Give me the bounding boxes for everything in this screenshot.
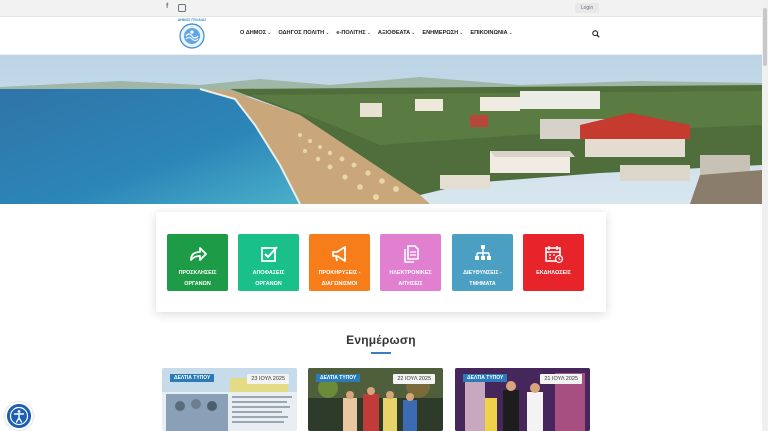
tile-proskliseis-organon[interactable]: ΠΡΟΣΚΛΗΣΕΙΣ ΟΡΓΑΝΩΝ [167,234,228,291]
scrollbar-thumb[interactable] [763,8,767,66]
top-bar: f Login [0,0,762,17]
nav-item-label: Ο ΔΗΜΟΣ [240,30,267,36]
org-chart-icon [474,245,491,260]
news-category-badge[interactable]: ΔΕΛΤΙΑ ΤΥΠΟΥ [463,374,508,382]
instagram-icon[interactable] [178,4,186,12]
main-nav: Ο ΔΗΜΟΣ⌄ ΟΔΗΓΟΣ ΠΟΛΙΤΗ⌄ e-ΠΟΛΙΤΗΣ⌄ ΑΞΙΟΘ… [240,30,520,36]
news-date: 23 ΙΟΥΛ 2025 [247,374,289,384]
municipality-logo[interactable] [176,19,208,51]
chevron-down-icon: ⌄ [366,30,371,36]
news-card[interactable]: ΔΕΛΤΙΑ ΤΥΠΟΥ 23 ΙΟΥΛ 2025 [162,368,297,431]
hero-beach-image [0,55,762,204]
news-card[interactable]: ΔΕΛΤΙΑ ΤΥΠΟΥ 21 ΙΟΥΛ 2025 [455,368,590,431]
calendar-icon [544,246,563,264]
chevron-down-icon: ⌄ [267,30,272,36]
nav-item-label: ΟΔΗΓΟΣ ΠΟΛΙΤΗ [278,30,325,36]
news-card[interactable]: ΔΕΛΤΙΑ ΤΥΠΟΥ 22 ΙΟΥΛ 2025 [308,368,443,431]
section-divider [371,352,391,354]
section-title: Ενημέρωση [346,333,416,347]
chevron-down-icon: ⌄ [459,30,464,36]
news-category-badge[interactable]: ΔΕΛΤΙΑ ΤΥΠΟΥ [316,374,361,382]
chevron-down-icon: ⌄ [411,30,416,36]
tile-prokirixeis-diagonismoi[interactable]: ΠΡΟΚΗΡΥΞΕΙΣ - ΔΙΑΓΩΝΙΣΜΟΙ [309,234,370,291]
news-date: 22 ΙΟΥΛ 2025 [393,374,435,384]
news-category-badge[interactable]: ΔΕΛΤΙΑ ΤΥΠΟΥ [170,374,215,382]
chevron-down-icon: ⌄ [508,30,513,36]
page-scrollbar[interactable] [762,0,768,431]
news-date: 21 ΙΟΥΛ 2025 [540,374,582,384]
quick-links-panel: ΠΡΟΣΚΛΗΣΕΙΣ ΟΡΓΑΝΩΝ ΑΠΟΦΑΣΕΙΣ ΟΡΓΑΝΩΝ ΠΡ… [156,212,606,312]
tile-apofaseis-organon[interactable]: ΑΠΟΦΑΣΕΙΣ ΟΡΓΑΝΩΝ [238,234,299,291]
tile-label: ΗΛΕΚΤΡΟΝΙΚΕΣ ΑΙΤΗΣΕΙΣ [389,270,432,287]
tile-label: ΑΠΟΦΑΣΕΙΣ ΟΡΓΑΝΩΝ [252,270,285,287]
chevron-down-icon: ⌄ [325,30,330,36]
nav-item-epikoinonia[interactable]: ΕΠΙΚΟΙΝΩΝΙΑ⌄ [470,30,512,36]
megaphone-icon [331,246,346,262]
tile-ekdiloseis[interactable]: ΕΚΔΗΛΩΣΕΙΣ [523,234,584,291]
nav-item-label: ΑΞΙΟΘΕΑΤΑ [377,30,411,36]
checkbox-icon [260,246,278,262]
search-icon[interactable] [592,30,600,38]
nav-item-dimos[interactable]: Ο ΔΗΜΟΣ⌄ [240,30,271,36]
tile-label: ΠΡΟΚΗΡΥΞΕΙΣ - ΔΙΑΓΩΝΙΣΜΟΙ [318,270,361,287]
login-button[interactable]: Login [575,3,599,13]
documents-icon [403,245,419,263]
share-arrow-icon [189,247,207,261]
nav-item-label: ΕΠΙΚΟΙΝΩΝΙΑ [470,30,508,36]
logo-text: ΔΗΜΟΣ ΠΥΛΑΙΑΣ [177,18,207,22]
accessibility-icon[interactable] [5,402,33,430]
tile-dieythynseis-tmimata[interactable]: ΔΙΕΥΘΥΝΣΕΙΣ - ΤΜΗΜΑΤΑ [452,234,513,291]
tile-label: ΕΚΔΗΛΩΣΕΙΣ [536,270,571,276]
tile-label: ΔΙΕΥΘΥΝΣΕΙΣ - ΤΜΗΜΑΤΑ [463,270,502,287]
nav-item-enimerosi[interactable]: ΕΝΗΜΕΡΩΣΗ⌄ [422,30,463,36]
facebook-icon[interactable]: f [166,3,168,10]
tile-label: ΠΡΟΣΚΛΗΣΕΙΣ ΟΡΓΑΝΩΝ [178,270,217,287]
tile-ilektronikes-aitiseis[interactable]: ΗΛΕΚΤΡΟΝΙΚΕΣ ΑΙΤΗΣΕΙΣ [380,234,441,291]
main-navbar: ΔΗΜΟΣ ΠΥΛΑΙΑΣ Ο ΔΗΜΟΣ⌄ ΟΔΗΓΟΣ ΠΟΛΙΤΗ⌄ e-… [0,17,762,55]
nav-item-axiotheata[interactable]: ΑΞΙΟΘΕΑΤΑ⌄ [378,30,415,36]
nav-item-e-politis[interactable]: e-ΠΟΛΙΤΗΣ⌄ [336,30,371,36]
nav-item-odigos-politi[interactable]: ΟΔΗΓΟΣ ΠΟΛΙΤΗ⌄ [278,30,329,36]
nav-item-label: ΕΝΗΜΕΡΩΣΗ [422,30,459,36]
nav-item-label: e-ΠΟΛΙΤΗΣ [336,30,366,36]
